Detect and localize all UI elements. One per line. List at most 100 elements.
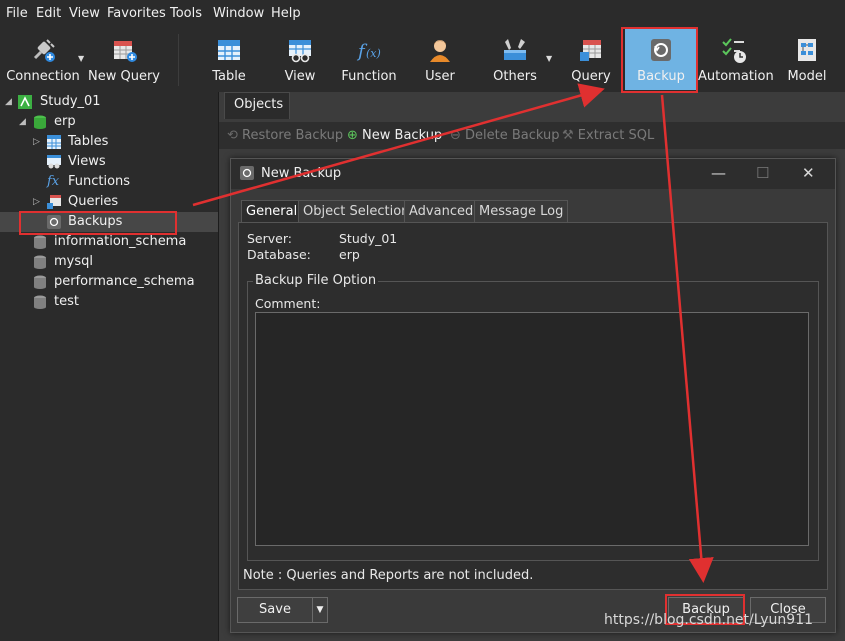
connection-name: Study_01 xyxy=(40,94,101,109)
tree-database-erp[interactable]: ◢ erp xyxy=(0,112,218,132)
new-query-label: New Query xyxy=(88,69,160,84)
backup-label: Backup xyxy=(637,69,685,84)
connection-icon xyxy=(18,95,32,109)
connection-dropdown-arrow-icon[interactable]: ▼ xyxy=(78,54,84,63)
group-title: Backup File Option xyxy=(253,273,379,288)
user-button[interactable]: User xyxy=(412,28,468,90)
query-icon xyxy=(47,195,61,209)
dialog-title-bar[interactable]: New Backup — ☐ ✕ xyxy=(231,159,835,189)
minimize-icon[interactable]: — xyxy=(711,164,726,182)
tree-item-label: Queries xyxy=(68,194,119,209)
tab-object-selection[interactable]: Object Selection xyxy=(298,200,415,224)
user-label: User xyxy=(425,69,455,84)
comment-label: Comment: xyxy=(255,296,321,311)
tree-item-views[interactable]: Views xyxy=(0,152,218,172)
tab-message-log[interactable]: Message Log xyxy=(474,200,569,224)
plug-icon xyxy=(33,39,55,62)
database-icon xyxy=(34,115,46,129)
tree-item-queries[interactable]: ▷ Queries xyxy=(0,192,218,212)
tab-general[interactable]: General xyxy=(241,200,303,224)
others-dropdown-arrow-icon[interactable]: ▼ xyxy=(546,54,552,63)
new-backup-button[interactable]: ⊕ New Backup xyxy=(347,128,442,143)
menu-favorites[interactable]: Favorites xyxy=(107,6,166,21)
menu-tools[interactable]: Tools xyxy=(170,6,202,21)
tree-database-performance-schema[interactable]: performance_schema xyxy=(0,272,218,292)
tree-item-functions[interactable]: fx Functions xyxy=(0,172,218,192)
model-label: Model xyxy=(787,69,827,84)
connection-button[interactable]: Connection xyxy=(4,28,82,90)
menu-file[interactable]: File xyxy=(6,6,28,21)
backup-icon xyxy=(47,215,61,229)
others-button[interactable]: Others xyxy=(486,28,544,90)
save-button[interactable]: Save xyxy=(237,597,313,623)
collapse-arrow-icon[interactable]: ◢ xyxy=(5,92,12,112)
table-label: Table xyxy=(212,69,246,84)
menu-edit[interactable]: Edit xyxy=(36,6,61,21)
extract-sql-label: Extract SQL xyxy=(577,128,655,143)
view-icon xyxy=(47,155,61,169)
tree-item-label: Functions xyxy=(68,174,131,189)
general-panel: Server: Study_01 Database: erp Backup Fi… xyxy=(238,222,828,590)
extract-sql-button[interactable]: ⚒ Extract SQL xyxy=(562,128,654,143)
view-icon xyxy=(289,40,311,63)
automation-button[interactable]: Automation xyxy=(698,28,774,90)
database-icon xyxy=(34,275,46,289)
database-name: mysql xyxy=(54,254,93,269)
expand-arrow-icon[interactable]: ▷ xyxy=(33,132,40,152)
menu-view[interactable]: View xyxy=(69,6,100,21)
tree-database-test[interactable]: test xyxy=(0,292,218,312)
database-icon xyxy=(34,255,46,269)
automation-icon xyxy=(722,38,746,63)
tab-advanced[interactable]: Advanced xyxy=(404,200,479,224)
delete-backup-button[interactable]: ⊖ Delete Backup xyxy=(450,128,560,143)
extract-icon: ⚒ xyxy=(562,128,574,143)
query-button[interactable]: Query xyxy=(564,28,618,90)
maximize-icon[interactable]: ☐ xyxy=(756,164,769,182)
collapse-arrow-icon[interactable]: ◢ xyxy=(19,112,26,132)
new-backup-dialog: New Backup — ☐ ✕ General Object Selectio… xyxy=(230,158,836,633)
server-label: Server: xyxy=(247,231,292,246)
tree-database-mysql[interactable]: mysql xyxy=(0,252,218,272)
dialog-title: New Backup xyxy=(261,166,342,181)
toolbar-separator xyxy=(178,34,179,86)
save-dropdown-arrow-icon[interactable]: ▼ xyxy=(312,597,328,623)
tree-item-label: Tables xyxy=(68,134,109,149)
new-query-icon xyxy=(114,41,137,62)
svg-text:(x): (x) xyxy=(366,47,381,60)
table-button[interactable]: Table xyxy=(200,28,258,90)
restore-backup-label: Restore Backup xyxy=(242,128,344,143)
function-button[interactable]: f (x) Function xyxy=(340,28,398,90)
automation-label: Automation xyxy=(698,69,774,84)
menu-window[interactable]: Window xyxy=(213,6,264,21)
connection-label: Connection xyxy=(6,69,80,84)
delete-backup-label: Delete Backup xyxy=(465,128,560,143)
new-backup-label: New Backup xyxy=(362,128,443,143)
user-icon xyxy=(430,40,450,62)
menu-help[interactable]: Help xyxy=(271,6,301,21)
view-button[interactable]: View xyxy=(272,28,328,90)
model-button[interactable]: Model xyxy=(780,28,834,90)
database-icon xyxy=(34,235,46,249)
restore-backup-button[interactable]: ⟲ Restore Backup xyxy=(227,128,343,143)
new-query-button[interactable]: New Query xyxy=(88,28,160,90)
tree-connection[interactable]: ◢ Study_01 xyxy=(0,92,218,112)
query-label: Query xyxy=(571,69,611,84)
tree-database-information-schema[interactable]: information_schema xyxy=(0,232,218,252)
function-label: Function xyxy=(341,69,397,84)
comment-textarea[interactable] xyxy=(255,312,809,546)
backup-icon xyxy=(240,166,254,180)
tree-item-tables[interactable]: ▷ Tables xyxy=(0,132,218,152)
database-icon xyxy=(34,295,46,309)
server-value: Study_01 xyxy=(339,231,398,246)
tab-objects[interactable]: Objects xyxy=(224,92,290,119)
view-label: View xyxy=(284,69,316,84)
expand-arrow-icon[interactable]: ▷ xyxy=(33,192,40,212)
tree-item-label: Backups xyxy=(68,214,123,229)
backup-button[interactable]: Backup xyxy=(625,28,697,90)
tree-item-backups[interactable]: Backups xyxy=(0,212,218,232)
database-name: erp xyxy=(54,114,76,129)
query-icon xyxy=(580,40,601,61)
close-icon[interactable]: ✕ xyxy=(802,164,815,182)
delete-icon: ⊖ xyxy=(450,128,461,143)
tab-objects-label: Objects xyxy=(234,97,284,112)
